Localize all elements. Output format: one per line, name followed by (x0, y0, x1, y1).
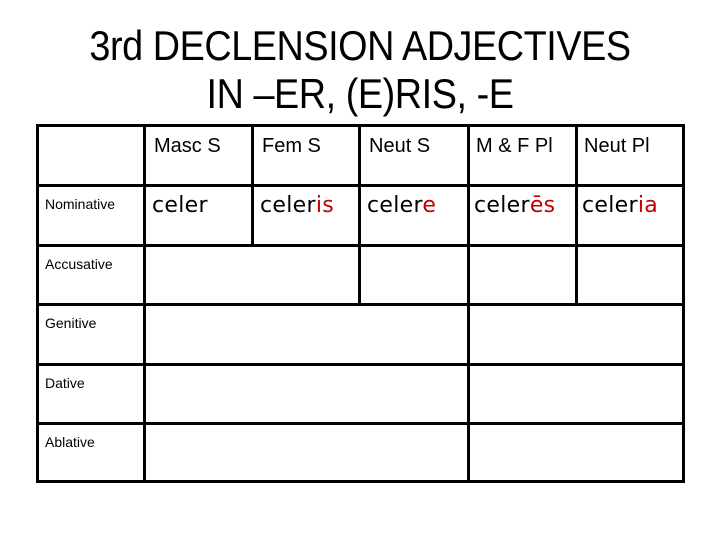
ablative-plural[interactable] (470, 425, 682, 480)
column-header-neut-s: Neut S (369, 135, 431, 157)
accusative-neut-pl[interactable] (578, 247, 682, 303)
case-label-accusative: Accusative (45, 256, 113, 272)
form-stem: celer (474, 193, 530, 218)
form-stem: celer (152, 193, 208, 218)
accusative-mf-pl[interactable] (470, 247, 575, 303)
nominative-neut-s: celere (361, 187, 467, 244)
form-ending: is (315, 193, 335, 218)
case-label-ablative: Ablative (45, 434, 95, 450)
nominative-neut-pl: celeria (578, 187, 682, 244)
column-header-mf-pl: M & F Pl (476, 135, 553, 157)
ablative-singular[interactable] (146, 425, 467, 480)
title-line-1: 3rd DECLENSION ADJECTIVES (89, 22, 631, 69)
form-stem: celer (367, 193, 423, 218)
dative-singular[interactable] (146, 366, 467, 422)
declension-table: Masc S Fem S Neut S M & F Pl Neut Pl Nom… (36, 124, 685, 483)
column-header-neut-pl: Neut Pl (584, 135, 650, 157)
nominative-mf-pl: celerēs (470, 187, 575, 244)
genitive-plural[interactable] (470, 306, 682, 363)
accusative-neut-s[interactable] (361, 247, 467, 303)
nominative-masc-s: celer (146, 187, 251, 244)
dative-plural[interactable] (470, 366, 682, 422)
column-header-fem-s: Fem S (262, 135, 321, 157)
corner-cell (39, 127, 143, 184)
form-stem: celer (260, 193, 316, 218)
accusative-masc-fem-s[interactable] (146, 247, 358, 303)
title-line-2: IN –ER, (E)RIS, -E (206, 70, 514, 117)
form-stem: celer (582, 193, 638, 218)
case-label-dative: Dative (45, 375, 85, 391)
nominative-fem-s: celeris (254, 187, 358, 244)
slide-title: 3rd DECLENSION ADJECTIVES IN –ER, (E)RIS… (36, 22, 684, 118)
case-label-nominative: Nominative (45, 196, 116, 212)
column-header-masc-s: Masc S (154, 135, 221, 157)
case-label-genitive: Genitive (45, 315, 97, 331)
form-ending: ia (637, 193, 659, 218)
form-ending: e (422, 193, 437, 218)
genitive-singular[interactable] (146, 306, 467, 363)
form-ending: ēs (529, 193, 556, 218)
